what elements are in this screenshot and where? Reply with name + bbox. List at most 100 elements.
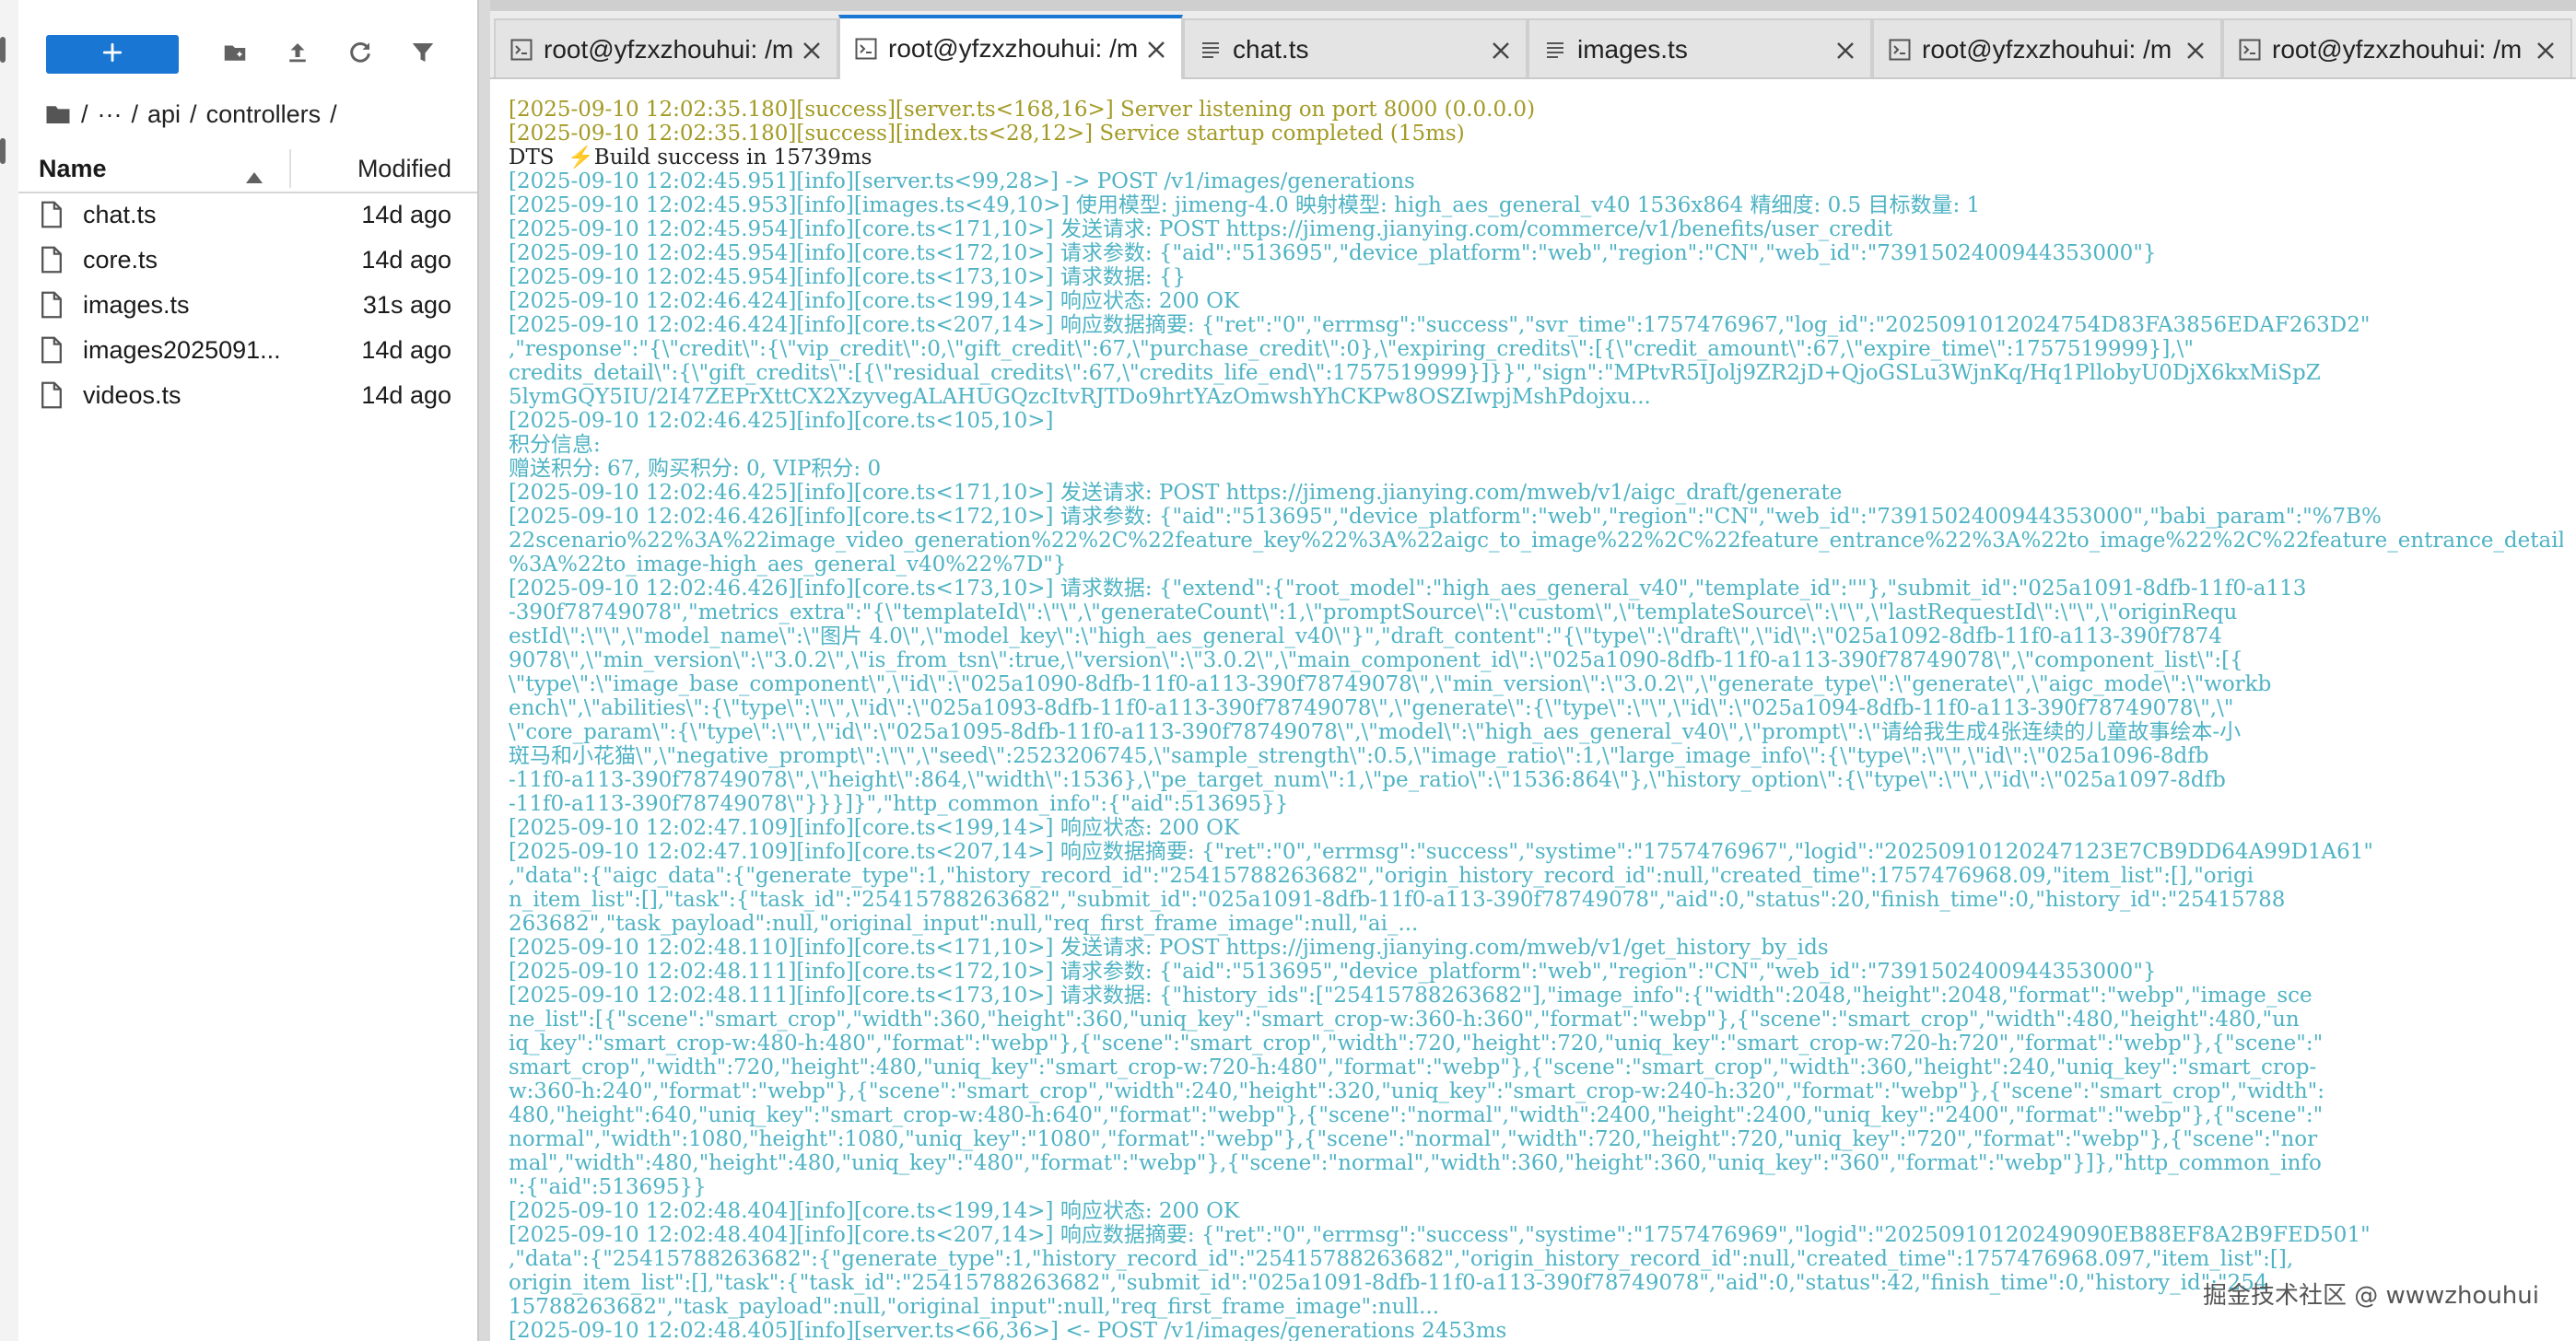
- new-launcher-button[interactable]: [46, 35, 179, 74]
- close-icon[interactable]: [1835, 41, 1856, 61]
- terminal-line: [2025-09-10 12:02:48.404][info][core.ts<…: [509, 1223, 2371, 1247]
- breadcrumb-controllers[interactable]: controllers: [206, 100, 322, 129]
- tab-chat-ts[interactable]: chat.ts: [1183, 18, 1528, 77]
- refresh-icon: [346, 39, 374, 71]
- tab-label: root@yfzxzhouhui: /m: [544, 35, 794, 64]
- terminal-icon: [510, 39, 533, 61]
- filter-icon: [409, 39, 437, 71]
- terminal-line: ":{"aid":513695}}: [509, 1175, 707, 1199]
- terminal-output[interactable]: [2025-09-10 12:02:35.180][success][serve…: [490, 79, 2576, 1341]
- folder-icon[interactable]: [44, 100, 72, 128]
- tab-terminal-2[interactable]: root@yfzxzhouhui: /m: [838, 15, 1183, 79]
- file-row[interactable]: images2025091... 14d ago: [18, 327, 477, 372]
- tab-bar: root@yfzxzhouhui: /m root@yfzxzhouhui: /…: [490, 11, 2576, 79]
- terminal-line: [2025-09-10 12:02:47.109][info][core.ts<…: [509, 816, 1240, 840]
- main-area: root@yfzxzhouhui: /m root@yfzxzhouhui: /…: [490, 0, 2576, 1341]
- upload-icon: [284, 39, 311, 71]
- tab-label: chat.ts: [1233, 35, 1309, 64]
- terminal-line: 480,"height":640,"uniq_key":"smart_crop-…: [509, 1103, 2324, 1127]
- activity-bar: [0, 0, 20, 1341]
- terminal-line: ne_list":[{"scene":"smart_crop","width":…: [509, 1008, 2300, 1032]
- breadcrumb-ellipsis[interactable]: ···: [98, 100, 123, 129]
- terminal-line: [2025-09-10 12:02:46.425][info][core.ts<…: [509, 481, 1843, 505]
- upload-button[interactable]: [280, 37, 315, 72]
- file-modified: 14d ago: [361, 246, 451, 274]
- terminal-line: [2025-09-10 12:02:48.404][info][core.ts<…: [509, 1199, 1240, 1223]
- activity-marker: [0, 138, 6, 164]
- terminal-line: 积分信息:: [509, 433, 601, 457]
- file-row[interactable]: images.ts 31s ago: [18, 282, 477, 327]
- refresh-button[interactable]: [343, 37, 378, 72]
- file-row[interactable]: videos.ts 14d ago: [18, 372, 477, 417]
- file-icon: [41, 201, 63, 228]
- terminal-line: [2025-09-10 12:02:45.954][info][core.ts<…: [509, 217, 1892, 241]
- terminal-line: 斑马和小花猫\",\"negative_prompt\":\"\",\"seed…: [509, 744, 2209, 768]
- plus-icon: [100, 41, 124, 69]
- terminal-line: [2025-09-10 12:02:48.111][info][core.ts<…: [509, 960, 2157, 984]
- breadcrumb-root[interactable]: /: [81, 100, 88, 129]
- close-icon[interactable]: [1491, 41, 1511, 61]
- close-icon[interactable]: [802, 41, 822, 61]
- terminal-line: ench\",\"abilities\":{\"type\":\"\",\"id…: [509, 696, 2234, 720]
- terminal-line: -11f0-a113-390f78749078\"}}}]}","http_co…: [509, 792, 1289, 816]
- terminal-line: smart_crop","width":720,"height":480,"un…: [509, 1055, 2317, 1079]
- file-list-header: Name Modified: [18, 146, 477, 193]
- tab-images-ts[interactable]: images.ts: [1528, 18, 1872, 77]
- top-strip: [490, 0, 2576, 11]
- tab-terminal-1[interactable]: root@yfzxzhouhui: /m: [494, 18, 838, 77]
- terminal-line: credits_detail\":{\"gift_credits\":[{\"r…: [509, 361, 2321, 385]
- terminal-line: DTS ⚡Build success in 15739ms: [509, 146, 872, 169]
- column-divider[interactable]: [289, 149, 291, 188]
- close-icon[interactable]: [2185, 41, 2206, 61]
- terminal-line: [2025-09-10 12:02:35.180][success][serve…: [509, 98, 1536, 122]
- new-folder-icon: [221, 39, 249, 71]
- sort-ascending-icon[interactable]: [245, 162, 263, 191]
- tab-label: root@yfzxzhouhui: /m: [2272, 35, 2523, 64]
- file-name: images2025091...: [83, 336, 281, 364]
- file-browser-toolbar: [18, 0, 477, 109]
- terminal-line: 5lymGQY5IU/2I47ZEPrXttCX2XzyvegALAHUGQzc…: [509, 385, 1651, 409]
- file-modified: 14d ago: [361, 201, 451, 228]
- filter-button[interactable]: [405, 37, 440, 72]
- file-modified: 14d ago: [361, 381, 451, 409]
- terminal-line: [2025-09-10 12:02:46.426][info][core.ts<…: [509, 577, 2307, 601]
- breadcrumb-separator: /: [330, 99, 337, 128]
- file-modified: 14d ago: [361, 336, 451, 364]
- column-name-header[interactable]: Name: [39, 155, 107, 183]
- terminal-line: normal","width":1080,"height":1080,"uniq…: [509, 1127, 2318, 1151]
- terminal-line: 赠送积分: 67, 购买积分: 0, VIP积分: 0: [509, 457, 882, 481]
- tab-label: images.ts: [1577, 35, 1688, 64]
- terminal-lines: [2025-09-10 12:02:35.180][success][serve…: [509, 98, 2563, 1341]
- breadcrumb-separator: /: [131, 99, 139, 128]
- breadcrumb-separator: /: [190, 99, 197, 128]
- terminal-line: [2025-09-10 12:02:46.426][info][core.ts<…: [509, 505, 2382, 529]
- terminal-line: mal","width":480,"height":480,"uniq_key"…: [509, 1151, 2322, 1175]
- terminal-line: [2025-09-10 12:02:48.110][info][core.ts<…: [509, 936, 1829, 960]
- terminal-line: 263682","task_payload":null,"original_in…: [509, 912, 1419, 936]
- file-browser: / ··· / api / controllers / Name Modifie…: [18, 0, 477, 1341]
- file-name: core.ts: [83, 246, 158, 274]
- terminal-line: 9078\",\"min_version\":\"3.0.2\",\"is_fr…: [509, 648, 2243, 672]
- tab-label: root@yfzxzhouhui: /m: [888, 34, 1139, 63]
- terminal-line: [2025-09-10 12:02:35.180][success][index…: [509, 122, 1465, 146]
- terminal-line: [2025-09-10 12:02:46.424][info][core.ts<…: [509, 289, 1240, 313]
- close-icon[interactable]: [2535, 41, 2556, 61]
- terminal-line: ,"response":"{\"credit\":{\"vip_credit\"…: [509, 337, 2194, 361]
- terminal-line: w:360-h:240","format":"webp"},{"scene":"…: [509, 1079, 2325, 1103]
- terminal-line: [2025-09-10 12:02:47.109][info][core.ts<…: [509, 840, 2373, 864]
- terminal-line: %3A%22to_image-high_aes_general_v40%22%7…: [509, 553, 1067, 577]
- terminal-line: [2025-09-10 12:02:45.951][info][server.t…: [509, 169, 1415, 193]
- new-folder-button[interactable]: [217, 37, 252, 72]
- file-name: chat.ts: [83, 201, 157, 228]
- terminal-line: [2025-09-10 12:02:45.954][info][core.ts<…: [509, 241, 2157, 265]
- tab-terminal-4[interactable]: root@yfzxzhouhui: /m: [2222, 18, 2572, 77]
- tab-terminal-3[interactable]: root@yfzxzhouhui: /m: [1872, 18, 2222, 77]
- activity-marker: [0, 37, 6, 63]
- file-row[interactable]: chat.ts 14d ago: [18, 192, 477, 237]
- breadcrumb-api[interactable]: api: [147, 100, 181, 129]
- column-modified-header[interactable]: Modified: [357, 155, 451, 183]
- close-icon[interactable]: [1146, 40, 1166, 60]
- terminal-line: [2025-09-10 12:02:48.405][info][server.t…: [509, 1319, 1507, 1341]
- file-row[interactable]: core.ts 14d ago: [18, 237, 477, 282]
- terminal-line: ,"data":{"aigc_data":{"generate_type":1,…: [509, 864, 2254, 888]
